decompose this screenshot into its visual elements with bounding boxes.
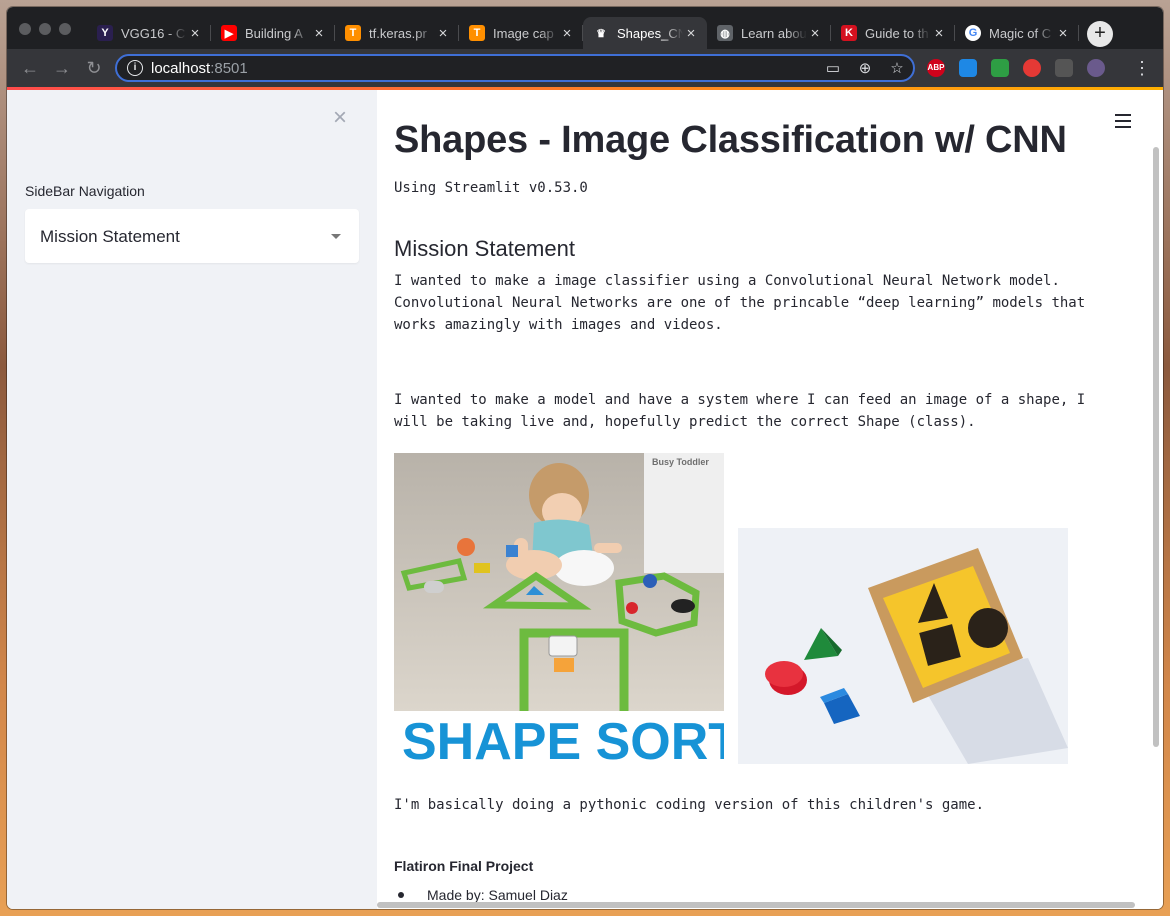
tab-title: Learn abou [741, 25, 807, 41]
horizontal-scrollbar[interactable] [377, 902, 1135, 908]
tab-title: VGG16 - C [121, 25, 186, 41]
bullet-icon [398, 892, 404, 898]
tab-1[interactable]: ▶ Building A × [211, 17, 335, 49]
tab-title: Shapes_CN [617, 25, 683, 41]
url-host: localhost [151, 60, 211, 77]
tab-title: Building A [245, 25, 303, 41]
kaggle-favicon-icon: K [841, 25, 857, 41]
close-tab-icon[interactable]: × [559, 25, 575, 42]
cast-icon[interactable]: ▭ [823, 59, 843, 79]
youtube-favicon-icon: ▶ [221, 25, 237, 41]
busy-toddler-watermark: Busy Toddler [652, 457, 709, 467]
reload-icon[interactable]: ↻ [81, 55, 107, 81]
tab-title: Image cap [493, 25, 554, 41]
streamlit-favicon-icon: ♛ [593, 25, 609, 41]
bookmark-star-icon[interactable]: ☆ [887, 59, 907, 79]
version-text: Using Streamlit v0.53.0 [394, 180, 588, 196]
zoom-icon[interactable]: ⊕ [855, 59, 875, 79]
close-tab-icon[interactable]: × [311, 25, 327, 42]
tab-4[interactable]: ♛ Shapes_CN × [583, 17, 707, 49]
tab-2[interactable]: Ttf.keras.pr × [335, 17, 459, 49]
extension-icon[interactable] [1055, 59, 1073, 77]
mission-paragraph-2: I wanted to make a model and have a syst… [394, 392, 1086, 430]
close-sidebar-icon[interactable]: × [333, 106, 347, 130]
section-title: Mission Statement [394, 236, 575, 261]
tab-7[interactable]: G Magic of C × [955, 17, 1079, 49]
tab-3[interactable]: T Image cap × [459, 17, 583, 49]
tab-strip: Y VGG16 - C × ▶ Building A × Ttf.keras.pr × T Ima… [7, 7, 1163, 49]
image-caption: I'm basically doing a pythonic coding ve… [394, 797, 985, 813]
close-tab-icon[interactable]: × [1055, 25, 1071, 42]
browser-window: Y VGG16 - C × ▶ Building A × Ttf.keras.pr × T Ima… [7, 7, 1163, 909]
close-tab-icon[interactable]: × [931, 25, 947, 42]
vertical-scrollbar[interactable] [1153, 147, 1159, 747]
browser-menu-icon[interactable]: ⋮ [1129, 55, 1155, 81]
tab-title: Magic of C [989, 25, 1052, 41]
globe-favicon-icon: ◍ [717, 25, 733, 41]
url-text: localhost:8501 [151, 60, 248, 77]
main-content: Shapes - Image Classification w/ CNN Usi… [377, 90, 1163, 909]
extension-icon[interactable] [1087, 59, 1105, 77]
project-heading: Flatiron Final Project [394, 858, 534, 874]
close-tab-icon[interactable]: × [435, 25, 451, 42]
vgg-favicon-icon: Y [97, 25, 113, 41]
extension-icon[interactable]: ABP [927, 59, 945, 77]
shape-sorter-cube-photo [738, 528, 1068, 764]
browser-toolbar: ← → ↻ i localhost:8501 ▭ ⊕ ☆ ABP ⋮ [7, 49, 1163, 87]
minimize-window-button[interactable] [39, 23, 51, 35]
shape-sort-banner-text: SHAPE SORT [402, 713, 724, 764]
site-info-icon[interactable]: i [127, 60, 143, 76]
close-window-button[interactable] [19, 23, 31, 35]
navigation-select-value: Mission Statement [40, 227, 180, 246]
extension-icon[interactable] [959, 59, 977, 77]
chevron-down-icon [331, 234, 341, 239]
mission-paragraph-1: I wanted to make a image classifier usin… [394, 273, 1086, 333]
tab-6[interactable]: K Guide to th × [831, 17, 955, 49]
tensorflow-favicon-icon: T [469, 25, 485, 41]
made-by-list-item: Made by: Samuel Diaz [394, 887, 568, 903]
tab-separator [1078, 25, 1079, 41]
page-title: Shapes - Image Classification w/ CNN [394, 119, 1067, 161]
zoom-window-button[interactable] [59, 23, 71, 35]
tab-0[interactable]: Y VGG16 - C × [87, 17, 211, 49]
close-tab-icon[interactable]: × [187, 25, 203, 42]
shape-sort-photo: SHAPE SORT Busy Toddler [394, 453, 724, 764]
sidebar: × SideBar Navigation Mission Statement [7, 90, 377, 909]
navigation-select[interactable]: Mission Statement [25, 209, 359, 263]
made-by-text: Made by: Samuel Diaz [427, 887, 568, 903]
forward-icon[interactable]: → [49, 55, 75, 81]
extension-icon[interactable] [991, 59, 1009, 77]
sidebar-nav-label: SideBar Navigation [25, 183, 145, 199]
tab-5[interactable]: ◍ Learn abou × [707, 17, 831, 49]
google-favicon-icon: G [965, 25, 981, 41]
new-tab-button[interactable]: + [1087, 21, 1113, 47]
address-bar[interactable]: i localhost:8501 ▭ ⊕ ☆ [115, 54, 915, 82]
hamburger-menu-icon[interactable] [1115, 114, 1131, 128]
tab-title: tf.keras.pr [369, 25, 427, 41]
back-icon[interactable]: ← [17, 55, 43, 81]
url-port: :8501 [210, 60, 248, 77]
close-tab-icon[interactable]: × [807, 25, 823, 42]
tab-title: Guide to th [865, 25, 929, 41]
tensorflow-favicon-icon: T [345, 25, 361, 41]
extension-icon[interactable] [1023, 59, 1041, 77]
close-tab-icon[interactable]: × [683, 25, 699, 42]
